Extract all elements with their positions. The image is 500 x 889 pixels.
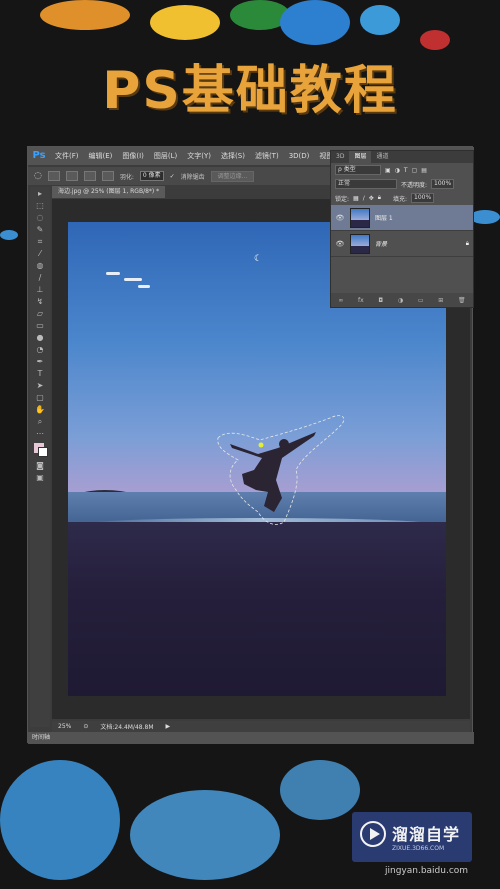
fill-input[interactable]: 100%	[411, 193, 435, 203]
marquee-tool-icon[interactable]: ⬚	[34, 201, 46, 211]
group-icon[interactable]: ▭	[418, 297, 424, 304]
quick-mask-icon[interactable]: ◙	[34, 461, 46, 471]
layer-row-layer1[interactable]: 👁︎ 图层 1	[331, 205, 473, 231]
ps-logo: Ps	[32, 150, 46, 161]
watermark-logo: 溜溜自学 ZIXUE.3D66.COM	[352, 812, 472, 862]
opacity-label: 不透明度:	[401, 181, 428, 189]
opacity-input[interactable]: 100%	[431, 179, 455, 189]
dodge-tool-icon[interactable]: ◔	[34, 345, 46, 355]
antialias-checkbox[interactable]: ✓	[170, 173, 175, 180]
filter-row: ρ 类型 ▣ ◑ T ▢ ▤	[331, 163, 473, 177]
lock-all-icon[interactable]: 🔒︎	[378, 194, 381, 202]
layer-name: 图层 1	[375, 215, 393, 222]
lasso-icon[interactable]: ◌	[34, 171, 42, 181]
layer-row-background[interactable]: 👁︎ 背景 🔒︎	[331, 231, 473, 257]
quick-select-icon[interactable]: ✎	[34, 225, 46, 235]
intersect-selection-icon[interactable]	[101, 171, 114, 181]
lock-label: 锁定:	[335, 195, 350, 203]
filter-type-icon[interactable]: T	[404, 167, 408, 174]
type-tool-icon[interactable]: T	[34, 369, 46, 379]
lock-icon: 🔒︎	[465, 239, 469, 247]
layer-thumbnail	[350, 207, 370, 228]
menu-file[interactable]: 文件(F)	[50, 151, 84, 161]
poster-title: PS基础教程	[102, 61, 398, 121]
link-icon[interactable]: ∞	[338, 297, 343, 304]
watermark-url: ZIXUE.3D66.COM	[392, 845, 445, 852]
subtract-selection-icon[interactable]	[83, 171, 96, 181]
tab-3d[interactable]: 3D	[331, 151, 349, 163]
feather-input[interactable]: 0 像素	[139, 171, 164, 181]
lock-pixels-icon[interactable]: ▦	[353, 195, 359, 202]
tab-channels[interactable]: 通道	[371, 151, 393, 163]
zoom-level[interactable]: 25%	[58, 723, 71, 730]
eyedropper-icon[interactable]: ⁄	[34, 249, 46, 259]
document-tab[interactable]: 海边.jpg @ 25% (图层 1, RGB/8*) *	[52, 186, 166, 198]
panel-tabs: 3D 图层 通道	[331, 151, 473, 163]
zoom-tool-icon[interactable]: ⌕	[34, 417, 46, 427]
background-color[interactable]	[38, 447, 48, 457]
blur-tool-icon[interactable]: ●	[34, 333, 46, 343]
screen-mode-icon[interactable]: ▣	[34, 473, 46, 483]
pen-tool-icon[interactable]: ✒	[34, 357, 46, 367]
layers-footer: ∞ fx ◘ ◑ ▭ ⊞ 🗑︎	[331, 293, 473, 307]
watermark-brand: 溜溜自学	[392, 825, 461, 844]
move-tool-icon[interactable]: ▸	[34, 189, 46, 199]
hand-tool-icon[interactable]: ✋	[34, 405, 46, 415]
fill-label: 填充:	[392, 195, 407, 203]
menu-layer[interactable]: 图层(L)	[149, 151, 182, 161]
add-selection-icon[interactable]	[65, 171, 78, 181]
status-bar: 25% ⊙ 文档:24.4M/48.8M ▶	[52, 721, 470, 732]
menu-3d[interactable]: 3D(D)	[284, 152, 315, 160]
mask-icon[interactable]: ◘	[378, 297, 383, 304]
status-icon: ⊙	[83, 723, 89, 730]
feather-label: 羽化:	[119, 173, 134, 181]
eraser-icon[interactable]: ▱	[34, 309, 46, 319]
lasso-tool-icon[interactable]: ◌	[34, 213, 46, 223]
stamp-tool-icon[interactable]: ⊥	[34, 285, 46, 295]
menu-image[interactable]: 图像(I)	[117, 151, 149, 161]
filter-pixel-icon[interactable]: ▣	[385, 167, 391, 174]
doc-size: 文档:24.4M/48.8M	[100, 724, 154, 731]
adjustment-icon[interactable]: ◑	[398, 297, 403, 304]
filter-shape-icon[interactable]: ▢	[412, 167, 418, 174]
menu-edit[interactable]: 编辑(E)	[84, 151, 118, 161]
eye-icon[interactable]: 👁︎	[335, 240, 345, 248]
trash-icon[interactable]: 🗑︎	[458, 297, 466, 304]
tab-layers[interactable]: 图层	[349, 151, 372, 163]
crop-tool-icon[interactable]: ⌗	[34, 237, 46, 247]
fx-icon[interactable]: fx	[358, 297, 364, 304]
history-brush-icon[interactable]: ↯	[34, 297, 46, 307]
refine-edge-button[interactable]: 调整边缘...	[210, 170, 255, 182]
new-selection-icon[interactable]	[47, 171, 60, 181]
status-arrow-icon[interactable]: ▶	[166, 723, 171, 730]
edit-toolbar-icon[interactable]: ⋯	[34, 429, 46, 439]
filter-adjust-icon[interactable]: ◑	[395, 167, 400, 174]
menu-type[interactable]: 文字(Y)	[182, 151, 216, 161]
layer-filter-select[interactable]: ρ 类型	[335, 165, 381, 175]
healing-brush-icon[interactable]: ◍	[34, 261, 46, 271]
blend-row: 正常 不透明度: 100%	[331, 177, 473, 191]
play-icon	[360, 821, 386, 847]
menu-filter[interactable]: 滤镜(T)	[250, 151, 284, 161]
color-swatches[interactable]	[30, 441, 50, 459]
antialias-label: 消除锯齿	[180, 173, 205, 181]
toolbox: ▸ ⬚ ◌ ✎ ⌗ ⁄ ◍ ∕ ⊥ ↯ ▱ ▭ ● ◔ ✒ T ➤ ▢ ✋ ⌕ …	[30, 187, 50, 727]
layer-thumbnail	[350, 233, 370, 254]
layer-name: 背景	[375, 241, 388, 248]
filter-smart-icon[interactable]: ▤	[421, 167, 427, 174]
gradient-tool-icon[interactable]: ▭	[34, 321, 46, 331]
menu-select[interactable]: 选择(S)	[216, 151, 250, 161]
new-layer-icon[interactable]: ⊞	[438, 297, 443, 304]
source-url: jingyan.baidu.com	[385, 866, 469, 876]
lock-row: 锁定: ▦ ∕ ✥ 🔒︎ 填充: 100%	[331, 191, 473, 205]
lock-move-icon[interactable]: ✥	[369, 195, 374, 202]
brush-tool-icon[interactable]: ∕	[34, 273, 46, 283]
eye-icon[interactable]: 👁︎	[335, 214, 345, 222]
shape-tool-icon[interactable]: ▢	[34, 393, 46, 403]
timeline-panel[interactable]: 时间轴	[28, 732, 474, 744]
layers-panel: 3D 图层 通道 ρ 类型 ▣ ◑ T ▢ ▤ 正常 不透明度: 100% 锁定…	[330, 150, 474, 308]
lock-brush-icon[interactable]: ∕	[363, 195, 365, 202]
blend-mode-select[interactable]: 正常	[335, 179, 397, 189]
path-select-icon[interactable]: ➤	[34, 381, 46, 391]
